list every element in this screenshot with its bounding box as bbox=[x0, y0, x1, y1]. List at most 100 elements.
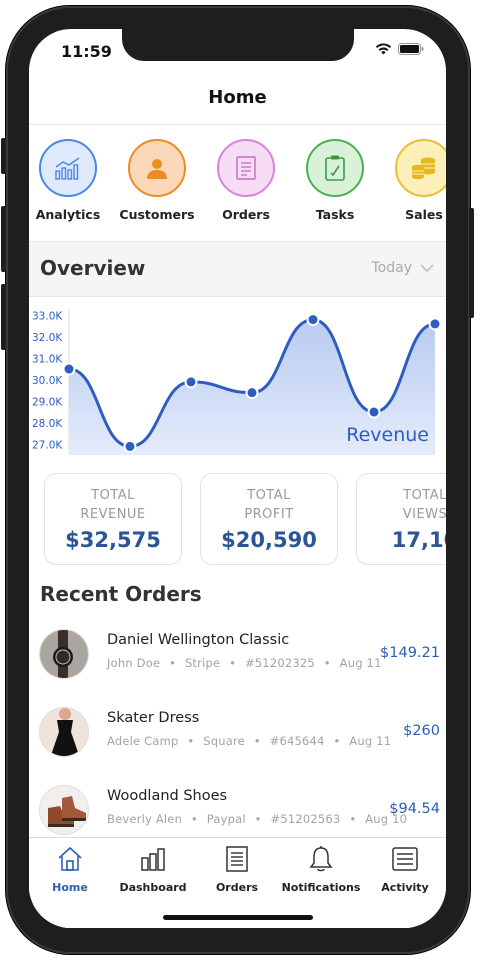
stat-label: TOTAL REVENUE bbox=[80, 488, 146, 522]
tab-label: Dashboard bbox=[119, 881, 187, 894]
order-date: Aug 11 bbox=[339, 656, 382, 670]
order-price: $94.54 bbox=[389, 801, 440, 817]
overview-title: Overview bbox=[40, 256, 146, 280]
order-method: Square bbox=[203, 734, 245, 748]
quick-action-label: Sales bbox=[405, 207, 443, 222]
order-product-name: Daniel Wellington Classic bbox=[107, 632, 290, 648]
stat-label: TOTAL VIEWS bbox=[402, 488, 446, 522]
stat-card-revenue[interactable]: TOTAL REVENUE $32,575 bbox=[44, 473, 182, 565]
product-thumbnail-shoes bbox=[39, 785, 89, 835]
order-price: $260 bbox=[403, 723, 440, 739]
stat-card-views[interactable]: TOTAL VIEWS 17,10 bbox=[356, 473, 446, 565]
battery-icon bbox=[398, 43, 424, 55]
order-product-name: Skater Dress bbox=[107, 710, 200, 726]
status-icons bbox=[375, 43, 424, 55]
tab-activity[interactable]: Activity bbox=[364, 845, 446, 894]
header-divider bbox=[29, 124, 446, 125]
sales-icon bbox=[395, 139, 446, 197]
y-tick-label: 28.0K bbox=[32, 418, 63, 430]
quick-action-sales[interactable]: Sales bbox=[379, 139, 446, 222]
quick-action-label: Orders bbox=[222, 207, 270, 222]
y-tick-label: 29.0K bbox=[32, 396, 63, 408]
status-time: 11:59 bbox=[61, 42, 112, 61]
tab-bar-divider bbox=[29, 837, 446, 838]
quick-action-label: Tasks bbox=[315, 207, 355, 222]
product-thumbnail-dress bbox=[39, 707, 89, 757]
home-icon bbox=[58, 846, 82, 871]
data-point[interactable] bbox=[123, 439, 137, 453]
mute-switch bbox=[1, 138, 6, 174]
order-row[interactable]: Daniel Wellington Classic John Doe • Str… bbox=[29, 629, 446, 703]
quick-action-orders[interactable]: Orders bbox=[201, 139, 291, 222]
stat-value: $32,575 bbox=[65, 528, 161, 552]
stat-value: 17,10 bbox=[391, 528, 446, 552]
tab-orders[interactable]: Orders bbox=[196, 845, 278, 894]
y-tick-label: 32.0K bbox=[32, 332, 63, 344]
tab-notifications[interactable]: Notifications bbox=[280, 845, 362, 894]
order-price: $149.21 bbox=[380, 645, 440, 661]
order-customer: Beverly Alen bbox=[107, 812, 183, 826]
power-button bbox=[469, 208, 474, 318]
data-point[interactable] bbox=[245, 386, 259, 400]
volume-up-button bbox=[1, 206, 6, 272]
tab-home[interactable]: Home bbox=[29, 845, 111, 894]
tasks-icon bbox=[306, 139, 364, 197]
divider bbox=[29, 241, 446, 242]
notch bbox=[122, 29, 354, 61]
order-customer: Adele Camp bbox=[107, 734, 179, 748]
order-id: #645644 bbox=[269, 734, 325, 748]
order-id: #51202563 bbox=[270, 812, 341, 826]
y-tick-label: 31.0K bbox=[32, 353, 63, 365]
order-method: Paypal bbox=[206, 812, 246, 826]
quick-actions: Analytics Customers Orders Tasks Sales bbox=[29, 139, 446, 229]
product-thumbnail-watch bbox=[39, 629, 89, 679]
data-point[interactable] bbox=[367, 405, 381, 419]
recent-orders-title: Recent Orders bbox=[40, 582, 202, 606]
stats-row: TOTAL REVENUE $32,575 TOTAL PROFIT $20,5… bbox=[44, 473, 446, 569]
order-row[interactable]: Skater Dress Adele Camp • Square • #6456… bbox=[29, 707, 446, 781]
data-point[interactable] bbox=[306, 313, 320, 327]
volume-down-button bbox=[1, 284, 6, 350]
quick-action-analytics[interactable]: Analytics bbox=[29, 139, 113, 222]
tab-dashboard[interactable]: Dashboard bbox=[112, 845, 194, 894]
bell-icon bbox=[309, 846, 333, 872]
activity-icon bbox=[392, 847, 418, 871]
order-meta: Adele Camp • Square • #645644 • Aug 11 bbox=[107, 734, 392, 748]
orders-list-icon bbox=[226, 846, 248, 872]
home-indicator bbox=[163, 915, 313, 920]
dashboard-icon bbox=[141, 848, 165, 871]
stat-value: $20,590 bbox=[221, 528, 317, 552]
screen: 11:59 Home Analytics Customers Orders Ta… bbox=[29, 29, 446, 928]
tab-label: Home bbox=[52, 881, 88, 894]
stat-label: TOTAL PROFIT bbox=[244, 488, 294, 522]
orders-icon bbox=[217, 139, 275, 197]
divider bbox=[29, 296, 446, 297]
customers-icon bbox=[128, 139, 186, 197]
tab-label: Notifications bbox=[281, 881, 361, 894]
order-meta: Beverly Alen • Paypal • #51202563 • Aug … bbox=[107, 812, 408, 826]
quick-action-customers[interactable]: Customers bbox=[112, 139, 202, 222]
quick-action-label: Analytics bbox=[35, 207, 101, 222]
page-title: Home bbox=[208, 87, 267, 108]
order-id: #51202325 bbox=[244, 656, 315, 670]
stat-card-profit[interactable]: TOTAL PROFIT $20,590 bbox=[200, 473, 338, 565]
revenue-chart-svg: 33.0K 32.0K 31.0K 30.0K 29.0K 28.0K 27.0K Reve… bbox=[32, 309, 442, 455]
y-tick-label: 27.0K bbox=[32, 439, 63, 451]
series-label-revenue: Revenue bbox=[346, 424, 429, 446]
overview-filter-dropdown[interactable]: Today bbox=[372, 260, 435, 276]
tab-bar: Home Dashboard Orders Notifications Acti… bbox=[29, 837, 446, 928]
order-product-name: Woodland Shoes bbox=[107, 788, 228, 804]
data-point[interactable] bbox=[428, 317, 442, 331]
order-customer: John Doe bbox=[107, 656, 161, 670]
tab-label: Activity bbox=[381, 881, 429, 894]
y-tick-label: 33.0K bbox=[32, 310, 63, 322]
tab-label: Orders bbox=[215, 881, 259, 894]
data-point[interactable] bbox=[62, 362, 76, 376]
data-point[interactable] bbox=[184, 375, 198, 389]
overview-filter-label: Today bbox=[371, 260, 413, 276]
revenue-chart: 33.0K 32.0K 31.0K 30.0K 29.0K 28.0K 27.0K Reve… bbox=[29, 299, 446, 459]
y-tick-label: 30.0K bbox=[32, 375, 63, 387]
wifi-icon bbox=[375, 43, 392, 55]
quick-action-tasks[interactable]: Tasks bbox=[290, 139, 380, 222]
order-date: Aug 11 bbox=[349, 734, 392, 748]
